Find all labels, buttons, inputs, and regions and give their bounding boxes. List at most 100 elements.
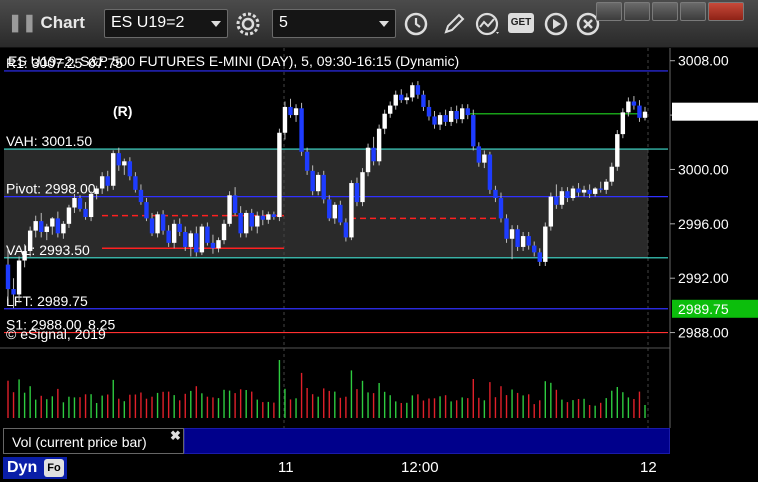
pencil-draw-icon[interactable] [440,10,468,38]
candle-body [354,183,360,203]
volume-study-tab[interactable]: Vol (current price bar) [3,428,184,454]
get-label: GET [510,17,532,28]
candle-body [360,172,365,203]
candle-body [33,221,38,231]
candle-body [515,229,520,247]
chevron-down-icon[interactable] [211,21,221,27]
close-window-button[interactable] [708,2,744,21]
candle-body [543,226,548,262]
minimize-button[interactable] [652,2,678,21]
candle-body [238,212,243,234]
chevron-down-icon[interactable] [379,21,389,27]
candle-body [382,113,387,129]
candle-body [44,226,49,232]
candle-body [50,218,55,227]
study-chart-icon[interactable] [474,10,502,38]
candle-body [216,240,221,249]
candle-body [376,128,382,162]
level-label: Pivot: 2998.00 [6,181,96,197]
candle-body [338,204,343,223]
maximize-button[interactable] [680,2,706,21]
candle-body [321,174,326,200]
toolbar: ❚❚ Chart ES U19=2 5 GET [0,0,758,48]
pin-window-button[interactable] [596,2,622,21]
candle-body [72,198,77,208]
candle-body [598,188,603,190]
candle-body [183,231,188,247]
candle-body [188,233,193,247]
candle-body [426,106,432,117]
level-label: VAL: 2993.50 [6,242,90,258]
volume-scroll-bar[interactable] [184,428,670,454]
candle-body [155,214,160,234]
candle-body [243,212,249,234]
candle-body [144,202,149,219]
candle-body [111,153,116,186]
candle-body [626,101,631,113]
copyright: © eSignal, 2019 [6,326,106,342]
format-icon[interactable]: Fo [44,459,64,477]
settings-gear-icon[interactable] [234,10,262,38]
candle-body [498,198,504,219]
close-icon[interactable]: ✖ [170,428,181,444]
candle-body [55,218,61,234]
candle-body [310,170,315,192]
time-tick: 12 [640,459,657,476]
candle-body [415,85,421,95]
get-data-icon[interactable]: GET [508,13,534,33]
candle-body [631,101,637,106]
candle-body [443,115,448,122]
candle-body [61,223,66,234]
candle-body [482,154,487,163]
candle-body [177,223,182,232]
candle-body [39,221,44,232]
candle-body [587,189,592,194]
candle-body [83,208,88,218]
candle-body [388,105,393,114]
candle-body [138,189,144,203]
price-axis[interactable]: 3008.003004.003000.002996.002992.002988.… [669,48,758,428]
candle-body [471,115,476,147]
clock-icon[interactable] [402,10,430,38]
price-chart[interactable]: R1: 3007.25 07.75VAH: 3001.50Pivot: 2998.… [0,48,758,455]
candle-body [493,189,498,198]
candle-body [66,207,72,224]
candle-body [410,85,415,98]
symbol-combo[interactable]: ES U19=2 [104,9,228,38]
candle-body [194,233,199,253]
format-label: Fo [47,462,61,474]
candle-body [532,245,537,253]
play-icon[interactable] [542,10,570,38]
candle-body [570,188,576,198]
candle-body [476,146,482,163]
candle-body [509,229,515,239]
drag-grip-icon[interactable]: ❚❚ [8,13,37,32]
candle-body [504,218,509,239]
interval-combo[interactable]: 5 [272,9,396,38]
candle-body [293,108,299,116]
candle-body [77,198,83,209]
time-tick: 12:00 [401,459,439,476]
y-tick-label: 2996.00 [678,216,729,232]
candle-body [255,215,260,227]
candle-body [260,215,265,220]
candle-body [166,230,171,243]
candle-body [421,94,426,107]
candle-body [227,195,232,224]
candle-body [620,112,626,135]
candle-body [592,188,598,194]
candle-body [432,116,437,125]
candle-body [404,97,410,101]
candle-body [559,191,565,205]
candle-body [94,188,99,194]
candle-body [210,242,216,249]
candle-body [116,153,121,166]
level-label: LFT: 2989.75 [6,293,88,309]
link-window-button[interactable] [624,2,650,21]
dyn-label: Dyn [7,459,38,476]
candle-body [609,166,614,182]
candle-body [604,181,609,190]
candle-body [288,106,293,116]
candle-body [642,111,648,118]
candle-body [171,223,177,243]
